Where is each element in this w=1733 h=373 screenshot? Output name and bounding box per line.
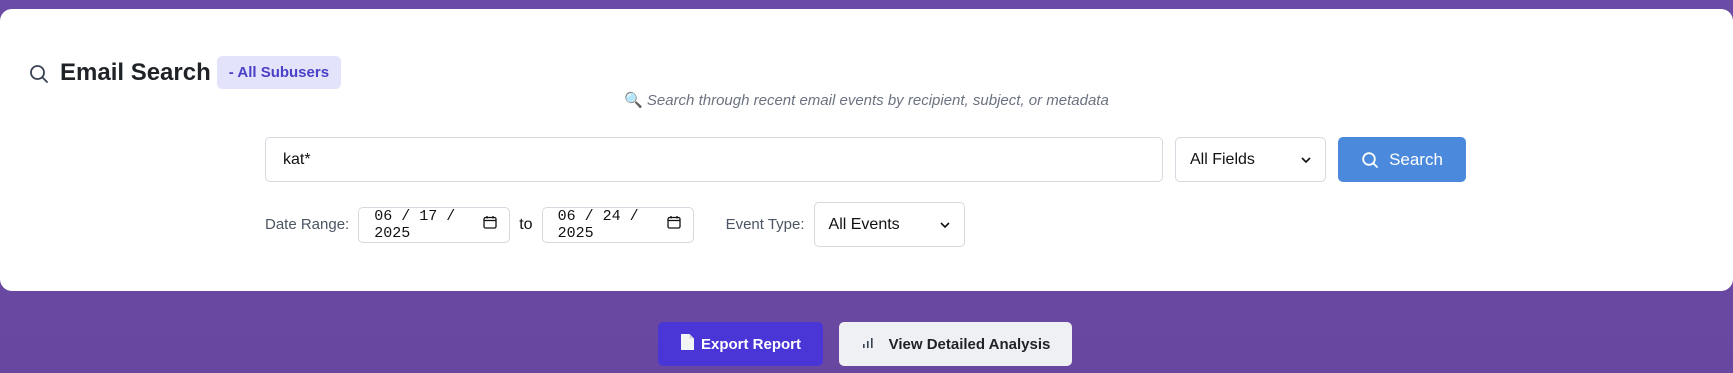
subusers-badge: - All Subusers	[216, 56, 342, 89]
search-icon	[28, 63, 50, 85]
export-report-label: Export Report	[700, 335, 801, 353]
view-detailed-analysis-label: View Detailed Analysis	[888, 335, 1051, 353]
calendar-icon[interactable]	[666, 215, 681, 234]
date-to-value: 06 / 24 / 2025	[557, 207, 639, 242]
subtitle-text: Search through recent email events by re…	[646, 92, 1109, 109]
search-button-label: Search	[1389, 149, 1443, 169]
search-input[interactable]	[265, 137, 1163, 182]
calendar-icon[interactable]	[483, 215, 497, 234]
bar-chart-icon	[861, 335, 875, 353]
document-icon	[680, 333, 695, 355]
date-from-input[interactable]: 06 / 17 / 2025	[358, 206, 511, 243]
search-row: All Fields Search	[265, 137, 1466, 182]
date-range-label: Date Range:	[265, 216, 350, 233]
to-label: to	[519, 215, 533, 233]
view-detailed-analysis-button[interactable]: View Detailed Analysis	[839, 322, 1072, 366]
event-type-value: All Events	[828, 215, 900, 233]
chevron-down-icon	[939, 216, 950, 234]
header: Email Search - All Subusers	[28, 56, 342, 89]
magnifier-icon: 🔍	[624, 92, 643, 109]
field-select-value: All Fields	[1190, 150, 1255, 168]
date-to-input[interactable]: 06 / 24 / 2025	[541, 206, 694, 243]
date-from-value: 06 / 17 / 2025	[374, 207, 456, 242]
chevron-down-icon	[1301, 151, 1311, 169]
subtitle: 🔍 Search through recent email events by r…	[0, 91, 1733, 109]
event-type-label: Event Type:	[725, 216, 805, 233]
action-buttons: Export Report View Detailed Analysis	[658, 322, 1072, 366]
page-title: Email Search	[60, 58, 211, 86]
page-background: Email Search - All Subusers 🔍 Search thro…	[0, 0, 1733, 373]
field-select[interactable]: All Fields	[1175, 137, 1326, 182]
email-search-card: Email Search - All Subusers 🔍 Search thro…	[0, 9, 1733, 291]
event-type-select[interactable]: All Events	[813, 202, 965, 247]
filter-row: Date Range: 06 / 17 / 2025 to 06 / 24 / …	[265, 202, 965, 247]
search-button[interactable]: Search	[1338, 137, 1466, 182]
export-report-button[interactable]: Export Report	[658, 322, 823, 366]
search-icon	[1362, 151, 1378, 168]
